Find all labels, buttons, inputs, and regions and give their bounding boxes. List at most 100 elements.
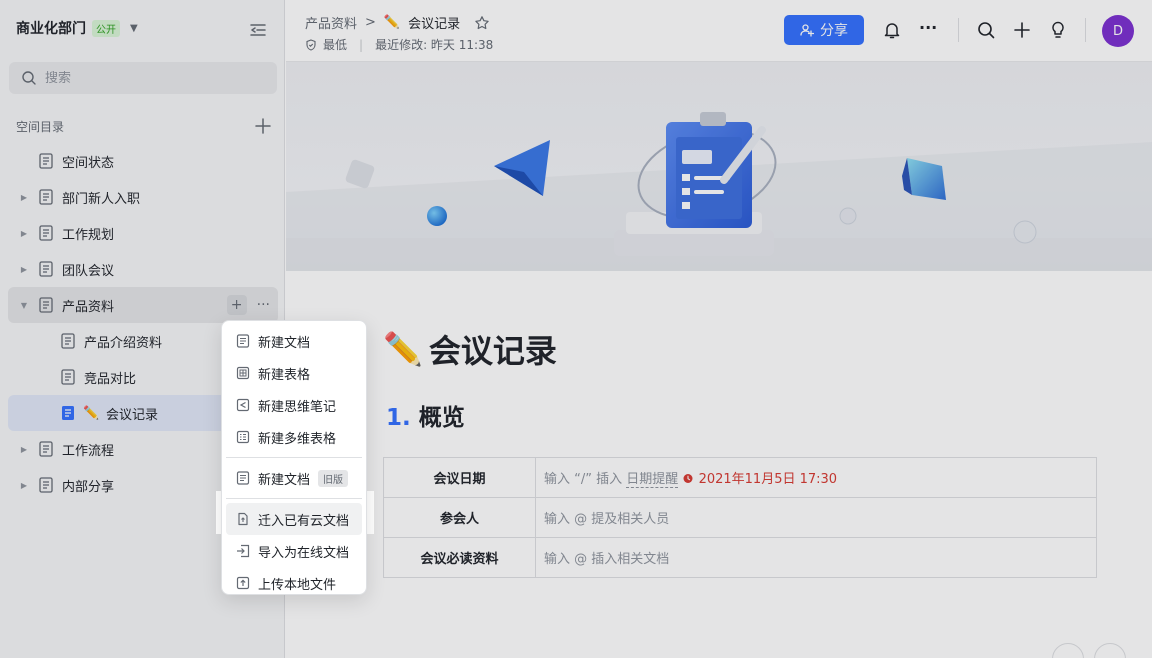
tree-item-team-meeting[interactable]: ▶ 团队会议 [8,251,278,287]
doc-icon [39,477,53,493]
sheet-icon [236,366,250,380]
import-icon [237,544,250,558]
breadcrumb-emoji: ✏️ [383,15,401,30]
table-cell-key[interactable]: 会议日期 [383,457,536,498]
search-box[interactable] [9,62,277,94]
menu-item-new-bitable[interactable]: 新建多维表格 [226,421,362,453]
heading-number: 1. [386,405,411,431]
table-row: 会议日期 输入 “/” 插入 日期提醒 2021年11月5日 17:30 [383,457,1097,498]
doc-icon [39,153,53,169]
title-emoji: ✏️ [383,330,423,368]
doc-icon [62,406,74,420]
share-button[interactable]: 分享 [784,15,864,45]
public-badge: 公开 [92,19,120,37]
star-icon[interactable] [474,15,490,31]
table-row: 参会人 输入 @ 提及相关人员 [383,497,1097,538]
tree-item-label: 竞品对比 [84,371,137,387]
floating-button[interactable] [1094,643,1126,658]
expand-arrow-icon[interactable]: ▶ [19,229,29,238]
add-child-icon[interactable]: + [226,295,247,315]
doc-header: 产品资料 > ✏️ 会议记录 最低 | 最近修改: 昨天 11:38 分享 ··… [286,0,1152,62]
table-cell-value[interactable]: 输入 @ 插入相关文档 [535,537,1097,578]
breadcrumb: 产品资料 > ✏️ 会议记录 [305,13,490,32]
tree-item-product-docs[interactable]: ▼ 产品资料 + ··· [8,287,278,323]
breadcrumb-parent[interactable]: 产品资料 [305,13,357,32]
bell-icon[interactable] [882,20,902,40]
menu-item-import-online-doc[interactable]: 导入为在线文档 [226,535,362,567]
tree-item-label: 产品介绍资料 [84,335,163,351]
tree-item-onboarding[interactable]: ▶ 部门新人入职 [8,179,278,215]
breadcrumb-current: 会议记录 [408,17,461,32]
menu-item-label: 导入为在线文档 [258,545,350,561]
more-icon[interactable]: ··· [257,297,270,313]
menu-divider [226,457,362,458]
breadcrumb-separator: > [365,15,376,30]
menu-item-upload-local-file[interactable]: 上传本地文件 [226,567,362,599]
more-icon[interactable]: ··· [919,18,939,38]
doc-icon [61,369,75,385]
table-cell-value[interactable]: 输入 @ 提及相关人员 [535,497,1097,538]
search-icon [22,71,36,85]
expand-arrow-icon[interactable]: ▶ [19,481,29,490]
menu-item-label: 上传本地文件 [258,577,337,593]
tree-item-label: 团队会议 [62,263,115,279]
add-user-icon [800,24,814,37]
directory-label: 空间目录 [16,120,65,134]
pencil-emoji: ✏️ [83,405,100,421]
menu-item-new-doc[interactable]: 新建文档 [226,325,362,357]
divider [958,18,959,42]
cover-illustration [286,112,1152,271]
search-input[interactable] [45,70,245,86]
menu-item-label: 新建思维笔记 [258,399,337,415]
meta-divider: | [359,37,364,52]
move-in-icon [238,512,248,526]
legacy-tag: 旧版 [318,469,349,487]
menu-item-label: 迁入已有云文档 [258,513,350,529]
table-cell-value[interactable]: 输入 “/” 插入 日期提醒 2021年11月5日 17:30 [535,457,1097,498]
menu-item-new-mindnote[interactable]: 新建思维笔记 [226,389,362,421]
doc-icon [39,189,53,205]
menu-item-move-in-cloud-doc[interactable]: 迁入已有云文档 [226,503,362,535]
tree-item-space-status[interactable]: 空间状态 [8,143,278,179]
date-reminder-link[interactable]: 日期提醒 [626,472,679,488]
floating-button[interactable] [1052,643,1084,658]
reminder-date[interactable]: 2021年11月5日 17:30 [699,472,838,487]
menu-item-new-sheet[interactable]: 新建表格 [226,357,362,389]
tree-item-label: 部门新人入职 [62,191,141,207]
table-cell-key[interactable]: 会议必读资料 [383,537,536,578]
title-text: 会议记录 [428,332,557,370]
menu-item-label: 新建文档 [258,472,311,488]
heading-1[interactable]: 1. 概览 [386,398,465,432]
collapse-sidebar-icon[interactable] [248,20,268,40]
doc-title[interactable]: ✏️ 会议记录 [383,326,557,372]
expand-arrow-icon[interactable]: ▶ [19,265,29,274]
doc-icon [39,261,53,277]
tree-item-label: 工作流程 [62,443,115,459]
plus-icon[interactable] [1012,20,1032,40]
menu-item-new-doc-legacy[interactable]: 新建文档 旧版 [226,462,362,494]
doc-icon [39,297,53,313]
bulb-icon[interactable] [1048,20,1068,40]
divider [1085,18,1086,42]
doc-icon [39,441,53,457]
tree-item-label: 空间状态 [62,155,115,171]
doc-icon [39,225,53,241]
expand-arrow-icon[interactable]: ▶ [19,193,29,202]
avatar[interactable]: D [1102,15,1134,47]
search-icon[interactable] [976,20,996,40]
tree-item-label: 工作规划 [62,227,115,243]
permission-level[interactable]: 最低 [323,36,347,53]
table-cell-key[interactable]: 参会人 [383,497,536,538]
doc-icon [236,471,250,485]
doc-cover-banner [286,62,1152,271]
expand-arrow-icon[interactable]: ▶ [19,445,29,454]
space-selector[interactable]: 商业化部门 公开 ▼ [16,18,138,38]
menu-item-label: 新建表格 [258,367,311,383]
add-page-icon[interactable] [253,116,273,136]
new-page-menu: 新建文档 新建表格 新建思维笔记 新建多维表格 新建文档 旧版 迁入已有云文档 … [221,320,367,595]
caret-down-icon[interactable]: ▼ [130,23,138,34]
tree-item-work-plan[interactable]: ▶ 工作规划 [8,215,278,251]
collapse-arrow-icon[interactable]: ▼ [19,301,29,310]
space-name: 商业化部门 [16,21,86,37]
date-prompt-prefix: 输入 “/” 插入 [544,472,623,487]
